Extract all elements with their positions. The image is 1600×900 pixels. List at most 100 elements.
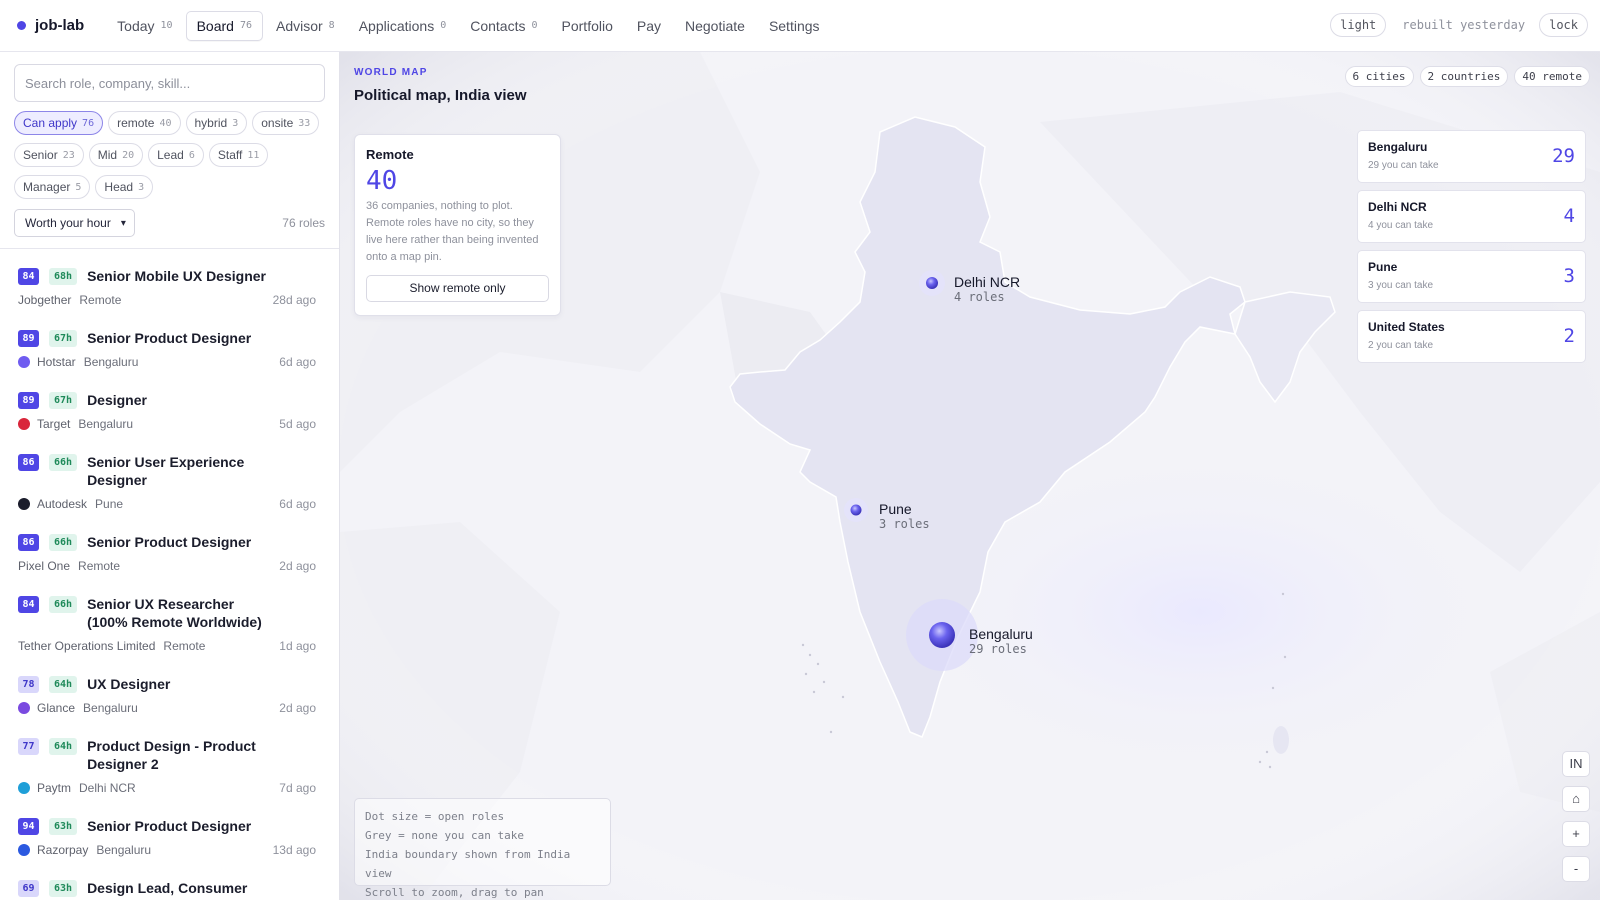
job-meta: Glance Bengaluru 2d ago bbox=[18, 700, 322, 716]
job-list-item[interactable]: 77 64h Product Design - Product Designer 2… bbox=[0, 726, 339, 806]
nav-tab-negotiate[interactable]: Negotiate bbox=[674, 11, 756, 41]
job-posted-ago: 6d ago bbox=[279, 355, 316, 369]
job-score-badge: 69 bbox=[18, 880, 39, 897]
filter-chip-count: 23 bbox=[62, 149, 75, 161]
job-list-item[interactable]: 86 66h Senior User Experience Designer Auto… bbox=[0, 442, 339, 522]
nav-tab-advisor[interactable]: Advisor 8 bbox=[265, 11, 346, 41]
job-title[interactable]: Senior Product Designer bbox=[87, 329, 273, 347]
filter-chip-senior[interactable]: Senior 23 bbox=[14, 143, 84, 167]
job-title[interactable]: UX Designer bbox=[87, 675, 273, 693]
filter-chip-onsite[interactable]: onsite 33 bbox=[252, 111, 320, 135]
job-meta: Autodesk Pune 6d ago bbox=[18, 496, 322, 512]
pin-label-pune[interactable]: Pune bbox=[879, 501, 912, 517]
job-score-badge: 94 bbox=[18, 818, 39, 835]
nav-tab-label: Board bbox=[196, 17, 234, 34]
region-button[interactable]: IN bbox=[1562, 751, 1590, 777]
remote-card-text: 36 companies, nothing to plot. Remote ro… bbox=[366, 200, 539, 263]
job-company: Target bbox=[37, 417, 71, 431]
job-meta: Hotstar Bengaluru 6d ago bbox=[18, 354, 322, 370]
job-company: Autodesk bbox=[37, 497, 88, 511]
nav-tab-label: Today bbox=[117, 17, 155, 34]
city-card-name: Delhi NCR bbox=[1368, 200, 1427, 214]
city-card-pune[interactable]: Pune 3 you can take 3 bbox=[1357, 250, 1586, 303]
map-summary-tags: 6 cities 2 countries 40 remote bbox=[1339, 66, 1590, 87]
brand[interactable]: job-lab bbox=[17, 17, 84, 34]
filter-chip-mid[interactable]: Mid 20 bbox=[88, 143, 144, 167]
theme-toggle[interactable]: light bbox=[1330, 13, 1387, 37]
bengaluru-pin[interactable] bbox=[929, 622, 955, 648]
filter-chip-count: 6 bbox=[188, 149, 195, 161]
city-card-united-states[interactable]: United States 2 you can take 2 bbox=[1357, 310, 1586, 363]
filter-chip-remote[interactable]: remote 40 bbox=[108, 111, 181, 135]
city-card-count: 2 bbox=[1563, 325, 1575, 347]
filter-chip-hybrid[interactable]: hybrid 3 bbox=[185, 111, 248, 135]
search-input[interactable] bbox=[14, 64, 325, 102]
job-list-item[interactable]: 86 66h Senior Product Designer Pixel One Rem… bbox=[0, 522, 339, 584]
filter-chip-lead[interactable]: Lead 6 bbox=[148, 143, 204, 167]
job-list-item[interactable]: 89 67h Designer Target Bengaluru 5d ago bbox=[0, 380, 339, 442]
job-title[interactable]: Senior Product Designer bbox=[87, 533, 273, 551]
nav-tab-today[interactable]: Today 10 bbox=[106, 11, 183, 41]
home-icon[interactable]: ⌂ bbox=[1562, 786, 1590, 812]
job-company: Pixel One bbox=[18, 559, 71, 573]
filter-chip-count: 20 bbox=[122, 149, 135, 161]
company-logo-icon bbox=[18, 702, 30, 714]
nav-tab-pay[interactable]: Pay bbox=[626, 11, 672, 41]
job-list-item[interactable]: 84 66h Senior UX Researcher (100% Remote W… bbox=[0, 584, 339, 664]
filter-chip-can-apply[interactable]: Can apply 76 bbox=[14, 111, 104, 135]
pin-label-bengaluru[interactable]: Bengaluru bbox=[969, 626, 1033, 642]
city-card-count: 3 bbox=[1563, 265, 1575, 287]
job-list-item[interactable]: 94 63h Senior Product Designer Razorpay Beng… bbox=[0, 806, 339, 868]
job-list-item[interactable]: 84 68h Senior Mobile UX Designer Jobgether R… bbox=[0, 256, 339, 318]
job-posted-ago: 28d ago bbox=[272, 293, 316, 307]
job-title[interactable]: Product Design - Product Designer 2 bbox=[87, 737, 273, 773]
zoom-in-button[interactable]: + bbox=[1562, 821, 1590, 847]
sort-select[interactable]: Worth your hour ▾ bbox=[14, 209, 135, 237]
job-title[interactable]: Senior Product Designer bbox=[87, 817, 273, 835]
nav-tab-portfolio[interactable]: Portfolio bbox=[551, 11, 624, 41]
job-list-item[interactable]: 78 64h UX Designer Glance Bengaluru 2d ago bbox=[0, 664, 339, 726]
city-card-delhi-ncr[interactable]: Delhi NCR 4 you can take 4 bbox=[1357, 190, 1586, 243]
nav-tab-board[interactable]: Board 76 bbox=[185, 10, 263, 41]
filter-chip-head[interactable]: Head 3 bbox=[95, 175, 154, 199]
job-title[interactable]: Senior Mobile UX Designer bbox=[87, 267, 273, 285]
job-posted-ago: 13d ago bbox=[272, 843, 316, 857]
job-score-badge: 86 bbox=[18, 454, 39, 471]
filter-chip-manager[interactable]: Manager 5 bbox=[14, 175, 91, 199]
delhi-pin[interactable] bbox=[926, 277, 938, 289]
job-list-item[interactable]: 89 67h Senior Product Designer Hotstar Benga… bbox=[0, 318, 339, 380]
filter-chip-count: 76 bbox=[82, 117, 95, 129]
filter-chip-staff[interactable]: Staff 11 bbox=[208, 143, 269, 167]
filter-chip-count: 3 bbox=[138, 181, 145, 193]
job-title[interactable]: Senior User Experience Designer bbox=[87, 453, 273, 489]
job-location: Bengaluru bbox=[83, 701, 138, 715]
job-location: Bengaluru bbox=[96, 843, 152, 857]
job-head: 89 67h Senior Product Designer bbox=[18, 329, 322, 347]
job-hours-badge: 63h bbox=[49, 818, 78, 835]
show-remote-only-button[interactable]: Show remote only bbox=[366, 275, 549, 302]
lock-button[interactable]: lock bbox=[1539, 13, 1588, 37]
filter-chip-count: 33 bbox=[298, 117, 311, 129]
job-title[interactable]: Designer bbox=[87, 391, 273, 409]
job-title[interactable]: Design Lead, Consumer bbox=[87, 879, 273, 897]
job-list-item[interactable]: 6963hDesign Lead, ConsumerMaven ClinicRe… bbox=[0, 868, 339, 900]
job-title[interactable]: Senior UX Researcher (100% Remote Worldw… bbox=[87, 595, 273, 631]
zoom-out-button[interactable]: - bbox=[1562, 856, 1590, 882]
pune-pin[interactable] bbox=[850, 504, 862, 516]
nav-tab-applications[interactable]: Applications 0 bbox=[348, 11, 458, 41]
chip-row: Can apply 76 remote 40 hybrid 3 onsite 33 bbox=[14, 111, 334, 135]
nav-tab-settings[interactable]: Settings bbox=[758, 11, 831, 41]
filter-chip-label: Can apply bbox=[23, 116, 78, 130]
nav-tab-contacts[interactable]: Contacts 0 bbox=[459, 11, 548, 41]
nav-tab-label: Advisor bbox=[275, 17, 323, 34]
filter-chip-label: hybrid bbox=[194, 116, 228, 130]
job-hours-badge: 67h bbox=[49, 330, 78, 347]
map-kicker: WORLD MAP bbox=[354, 67, 428, 78]
world-map[interactable]: Delhi NCR 4 roles Pune 3 roles Bengaluru… bbox=[340, 52, 1600, 900]
city-card-name: Bengaluru bbox=[1368, 140, 1428, 154]
job-hours-badge: 66h bbox=[49, 596, 78, 613]
rebuilt-status: rebuilt yesterday bbox=[1402, 18, 1526, 32]
pin-label-delhi[interactable]: Delhi NCR bbox=[954, 274, 1020, 290]
city-card-bengaluru[interactable]: Bengaluru 29 you can take 29 bbox=[1357, 130, 1586, 183]
job-head: 78 64h UX Designer bbox=[18, 675, 322, 693]
